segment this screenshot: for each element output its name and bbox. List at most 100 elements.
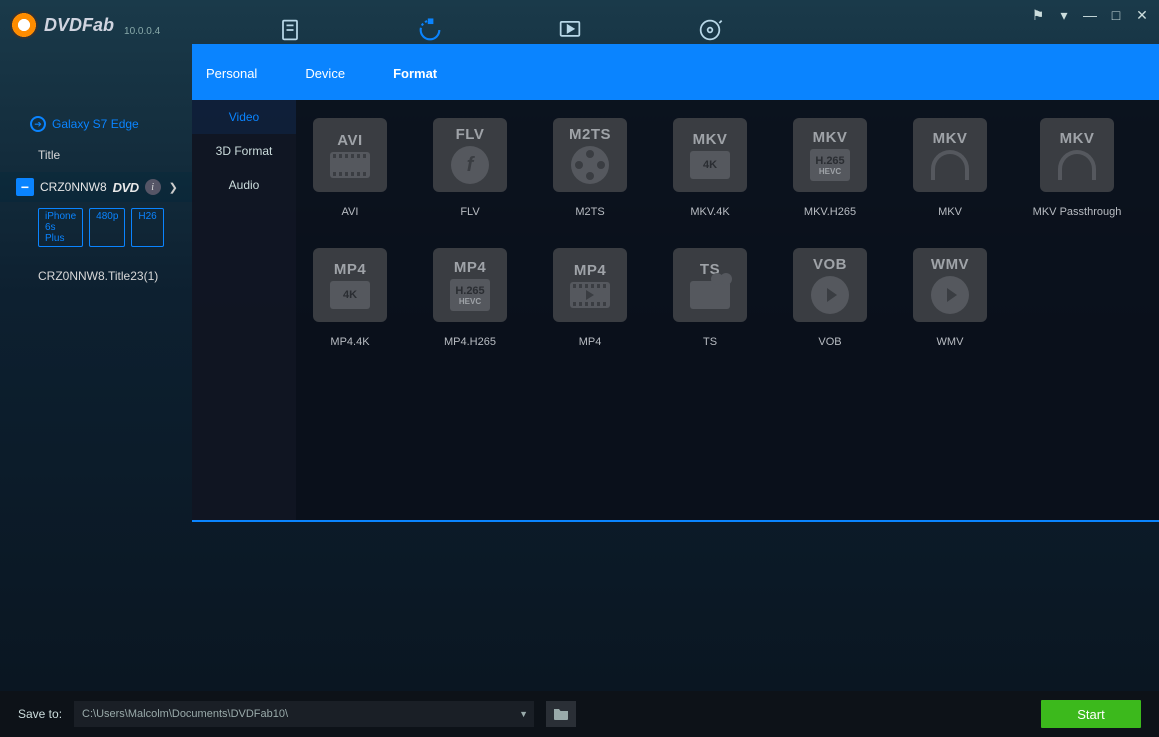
format-wmv[interactable]: WMV WMV: [912, 248, 988, 348]
save-path-dropdown[interactable]: C:\Users\Malcolm\Documents\DVDFab10\ ▼: [74, 701, 534, 727]
arrow-right-icon: ➔: [30, 116, 46, 132]
format-flv[interactable]: FLVfFLV: [432, 118, 508, 218]
format-mid-badge: H.265HEVC: [450, 279, 490, 311]
profile-target-label: Galaxy S7 Edge: [52, 117, 139, 131]
profile-panel: Personal Device Format Video 3D Format A…: [192, 44, 1159, 522]
logo-icon: [10, 11, 38, 39]
format-tile-icon: FLVf: [433, 118, 507, 192]
film-strip-icon: [330, 152, 370, 178]
tab-device[interactable]: Device: [305, 66, 345, 81]
tag-device[interactable]: iPhone 6s Plus: [38, 208, 83, 247]
format-ts[interactable]: TSTS: [672, 248, 748, 348]
title-bar: DVDFab 10.0.0.4 ⚑ ▾ — □ ✕: [0, 0, 1159, 50]
maximize-icon[interactable]: □: [1107, 6, 1125, 24]
format-tile-icon: MKV: [1040, 118, 1114, 192]
format-label: MKV.H265: [804, 206, 856, 218]
profile-body: Video 3D Format Audio AVIAVIFLVfFLVM2TSM…: [192, 100, 1159, 520]
format-label: MP4.4K: [330, 336, 369, 348]
play-circle-icon: [931, 276, 969, 314]
menu-icon[interactable]: ▾: [1055, 6, 1073, 24]
format-top-label: AVI: [337, 132, 362, 149]
format-mid-badge: 4K: [330, 281, 370, 309]
format-mkv[interactable]: MKV MKV: [912, 118, 988, 218]
format-tile-icon: WMV: [913, 248, 987, 322]
format-top-label: MKV: [933, 130, 968, 147]
cat-video[interactable]: Video: [192, 100, 296, 134]
source-item-name: CRZ0NNW8: [40, 180, 107, 194]
cat-audio[interactable]: Audio: [192, 168, 296, 202]
window-controls: ⚑ ▾ — □ ✕: [1029, 6, 1151, 24]
format-label: TS: [703, 336, 717, 348]
format-top-label: MKV: [813, 129, 848, 146]
format-top-label: FLV: [456, 126, 485, 143]
format-top-label: WMV: [931, 256, 969, 273]
format-mkv-4k[interactable]: MKV4K MKV.4K: [672, 118, 748, 218]
format-label: MKV Passthrough: [1033, 206, 1122, 218]
profile-target-row[interactable]: ➔ Galaxy S7 Edge: [0, 110, 195, 138]
format-tile-icon: MP4: [553, 248, 627, 322]
format-tile-icon: MKV H.265HEVC: [793, 118, 867, 192]
format-label: MP4: [579, 336, 602, 348]
save-to-label: Save to:: [18, 707, 62, 721]
format-label: MKV: [938, 206, 962, 218]
headphone-arc-icon: [1058, 150, 1096, 180]
app-logo: DVDFab 10.0.0.4: [10, 11, 160, 39]
reel-icon: [571, 146, 609, 184]
format-label: M2TS: [575, 206, 604, 218]
disc-type-badge: DVD: [113, 180, 139, 195]
cat-3d[interactable]: 3D Format: [192, 134, 296, 168]
minimize-icon[interactable]: —: [1081, 6, 1099, 24]
profile-tabs: Personal Device Format: [192, 46, 1159, 100]
info-icon[interactable]: i: [145, 179, 161, 195]
browse-folder-button[interactable]: [546, 701, 576, 727]
camera-icon: [690, 281, 730, 309]
format-top-label: M2TS: [569, 126, 611, 143]
save-path-value: C:\Users\Malcolm\Documents\DVDFab10\: [82, 708, 288, 720]
format-top-label: VOB: [813, 256, 847, 273]
format-mp4-4k[interactable]: MP4 4K MP4.4K: [312, 248, 388, 348]
format-label: WMV: [937, 336, 964, 348]
format-vob[interactable]: VOB VOB: [792, 248, 868, 348]
format-mkv-h265[interactable]: MKV H.265HEVC MKV.H265: [792, 118, 868, 218]
format-label: AVI: [342, 206, 359, 218]
format-label: MP4.H265: [444, 336, 496, 348]
pin-icon[interactable]: ⚑: [1029, 6, 1047, 24]
format-tile-icon: VOB: [793, 248, 867, 322]
close-icon[interactable]: ✕: [1133, 6, 1151, 24]
profile-tags: iPhone 6s Plus 480p H26: [0, 202, 195, 253]
format-mp4[interactable]: MP4 MP4: [552, 248, 628, 348]
app-version: 10.0.0.4: [124, 26, 160, 37]
headphone-arc-icon: [931, 150, 969, 180]
tab-format[interactable]: Format: [393, 66, 437, 81]
format-mid-badge: H.265HEVC: [810, 149, 850, 181]
format-tile-icon: M2TS: [553, 118, 627, 192]
play-circle-icon: [811, 276, 849, 314]
format-mkv-passthrough[interactable]: MKV MKV Passthrough: [1032, 118, 1122, 218]
format-tile-icon: AVI: [313, 118, 387, 192]
tag-resolution[interactable]: 480p: [89, 208, 125, 247]
chevron-right-icon[interactable]: ❯: [169, 181, 178, 194]
format-top-label: MP4: [574, 262, 606, 279]
format-categories: Video 3D Format Audio: [192, 100, 296, 520]
source-item-row[interactable]: − CRZ0NNW8 DVD i ❯: [0, 172, 195, 202]
tag-codec[interactable]: H26: [131, 208, 163, 247]
format-tile-icon: MP4H.265HEVC: [433, 248, 507, 322]
format-top-label: MP4: [334, 261, 366, 278]
tab-personal[interactable]: Personal: [206, 66, 257, 81]
source-sidebar: ➔ Galaxy S7 Edge Title − CRZ0NNW8 DVD i …: [0, 110, 195, 299]
format-mid-badge: 4K: [690, 151, 730, 179]
format-label: VOB: [818, 336, 841, 348]
format-avi[interactable]: AVI AVI: [312, 118, 388, 218]
format-tile-icon: MKV: [913, 118, 987, 192]
format-m2ts[interactable]: M2TS M2TS: [552, 118, 628, 218]
format-mp4-h265[interactable]: MP4H.265HEVC MP4.H265: [432, 248, 508, 348]
source-subtitle: CRZ0NNW8.Title23(1): [0, 253, 195, 299]
title-header: Title: [0, 138, 195, 172]
start-button[interactable]: Start: [1041, 700, 1141, 728]
format-label: MKV.4K: [690, 206, 729, 218]
film-strip-icon: [570, 282, 610, 308]
format-tile-icon: MKV4K: [673, 118, 747, 192]
chevron-down-icon: ▼: [519, 709, 528, 719]
app-name: DVDFab: [44, 15, 114, 36]
checkbox-checked-icon[interactable]: −: [16, 178, 34, 196]
